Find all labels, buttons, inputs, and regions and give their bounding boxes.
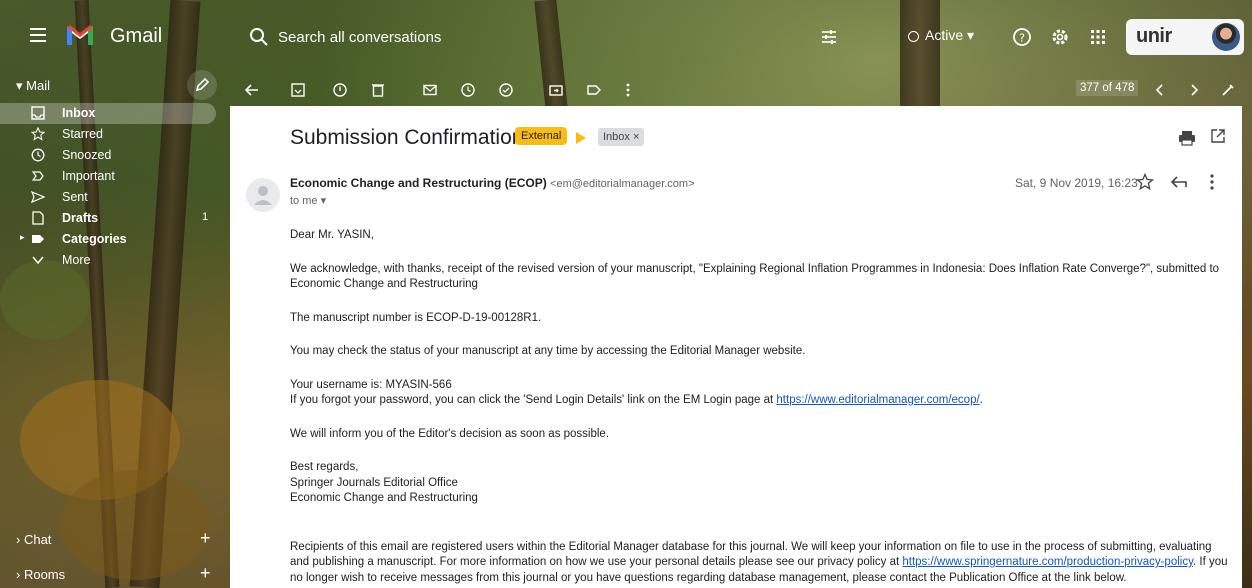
chat-section-header[interactable]: › Chat [16,532,51,547]
apps-grid-icon[interactable] [1088,27,1108,47]
sidebar-item-label: Snoozed [62,148,112,162]
newer-chevron-icon[interactable] [1152,82,1168,98]
input-tools-icon[interactable] [1220,82,1236,98]
sidebar-item-label: Inbox [62,106,96,120]
sidebar-item-more[interactable]: More [0,250,216,271]
pencil-icon [195,77,210,92]
sidebar-item-categories[interactable]: ▸ Categories [0,229,216,250]
sidebar-item-label: Drafts [62,211,99,225]
expand-arrow-icon[interactable]: ▸ [20,232,25,243]
message-toolbar: 377 of 478 [230,74,1252,106]
help-icon[interactable]: ? [1012,27,1032,47]
recipient-details-toggle[interactable]: to me ▾ [290,194,326,207]
account-switcher[interactable]: unir [1126,19,1244,55]
delete-icon[interactable] [370,82,386,98]
manuscript-number: The manuscript number is ECOP-D-19-00128… [290,311,542,324]
send-icon [31,190,45,204]
gmail-logo[interactable] [66,24,94,46]
email-view: Submission Confirmation External Inbox ×… [230,106,1242,588]
sidebar-item-inbox[interactable]: Inbox [0,103,216,124]
sidebar-item-important[interactable]: Important [0,166,216,187]
sender-info: Economic Change and Restructuring (ECOP)… [290,176,695,190]
open-new-window-icon[interactable] [1210,128,1226,144]
search-bar[interactable]: Search all conversations [242,20,862,56]
draft-icon [32,211,44,225]
search-input[interactable]: Search all conversations [278,29,441,46]
label-icon [32,235,44,243]
sender-email: <em@editorialmanager.com> [550,178,695,190]
snooze-clock-icon[interactable] [460,82,476,98]
more-vert-icon[interactable] [1210,174,1214,190]
mark-unread-icon[interactable] [422,82,438,98]
external-badge: External [515,127,568,145]
privacy-policy-link[interactable]: https://www.springernature.com/productio… [902,556,1193,568]
sidebar-item-label: Important [62,169,115,183]
sidebar-item-label: Sent [62,190,88,204]
reply-icon[interactable] [1171,175,1187,189]
main-menu-icon[interactable] [30,28,46,42]
important-icon [31,171,44,181]
status-dot-icon [908,30,919,42]
email-date: Sat, 9 Nov 2019, 16:23 [1015,176,1138,190]
email-body: Dear Mr. YASIN, We acknowledge, with tha… [290,214,1230,586]
sender-name[interactable]: Economic Change and Restructuring (ECOP) [290,176,547,190]
signature-line: Best regards, [290,461,359,473]
username-line: Your username is: MYASIN-566 [290,378,452,391]
app-name: Gmail [110,25,163,47]
add-chat-icon[interactable]: + [200,528,211,549]
person-icon [254,186,272,205]
organization-logo: unir [1136,25,1172,47]
status-selector[interactable]: Active ▾ [908,27,974,44]
body-paragraph: We acknowledge, with thanks, receipt of … [290,262,1220,291]
signature-line: Springer Journals Editorial Office [290,476,458,489]
body-paragraph: We will inform you of the Editor's decis… [290,427,610,440]
body-paragraph: You may check the status of your manuscr… [290,345,806,357]
sidebar-item-starred[interactable]: Starred [0,124,216,145]
avatar[interactable] [1212,23,1240,51]
settings-gear-icon[interactable] [1050,27,1070,47]
status-label: Active [925,27,964,43]
sidebar-item-snoozed[interactable]: Snoozed [0,145,216,166]
sidebar-item-label: Categories [62,232,127,246]
sender-avatar[interactable] [246,178,280,212]
chevron-down-icon [32,256,44,265]
sidebar-item-drafts[interactable]: Drafts 1 [0,208,216,229]
sidebar-item-label: Starred [62,127,103,141]
password-help: If you forgot your password, you can cli… [290,394,983,406]
star-icon[interactable] [1136,173,1154,191]
inbox-icon [31,106,45,120]
print-icon[interactable] [1178,130,1196,146]
back-arrow-icon[interactable] [244,82,260,98]
compose-button[interactable] [187,70,217,100]
search-options-icon[interactable] [820,28,838,46]
important-marker-icon[interactable] [576,132,586,144]
star-icon [31,127,45,141]
archive-icon[interactable] [290,82,306,98]
top-bar: Gmail Search all conversations Active ▾ … [0,0,1252,74]
rooms-section-header[interactable]: › Rooms [16,567,65,582]
signature-line: Economic Change and Restructuring [290,492,478,504]
add-task-icon[interactable] [498,82,514,98]
inbox-label-chip[interactable]: Inbox × [598,128,645,146]
sidebar: ▾ Mail Inbox Starred Snoozed Important S… [0,70,230,588]
email-subject: Submission Confirmation [290,126,524,149]
label-tag-icon[interactable] [586,82,602,98]
sidebar-item-label: More [62,253,91,267]
pagination-count: 377 of 478 [1076,80,1139,96]
sidebar-item-sent[interactable]: Sent [0,187,216,208]
svg-text:?: ? [1019,32,1025,45]
move-to-icon[interactable] [548,82,564,98]
add-room-icon[interactable]: + [200,563,211,584]
greeting: Dear Mr. YASIN, [290,229,374,241]
mail-section-header[interactable]: ▾ Mail [16,78,50,94]
more-options-icon[interactable] [620,82,636,98]
report-spam-icon[interactable] [332,82,348,98]
clock-icon [31,148,45,162]
login-link[interactable]: https://www.editorialmanager.com/ecop/ [776,394,979,406]
search-icon[interactable] [248,26,270,48]
drafts-count: 1 [202,211,209,223]
footer-notice: Recipients of this email are registered … [290,540,1228,584]
older-chevron-icon[interactable] [1186,82,1202,98]
